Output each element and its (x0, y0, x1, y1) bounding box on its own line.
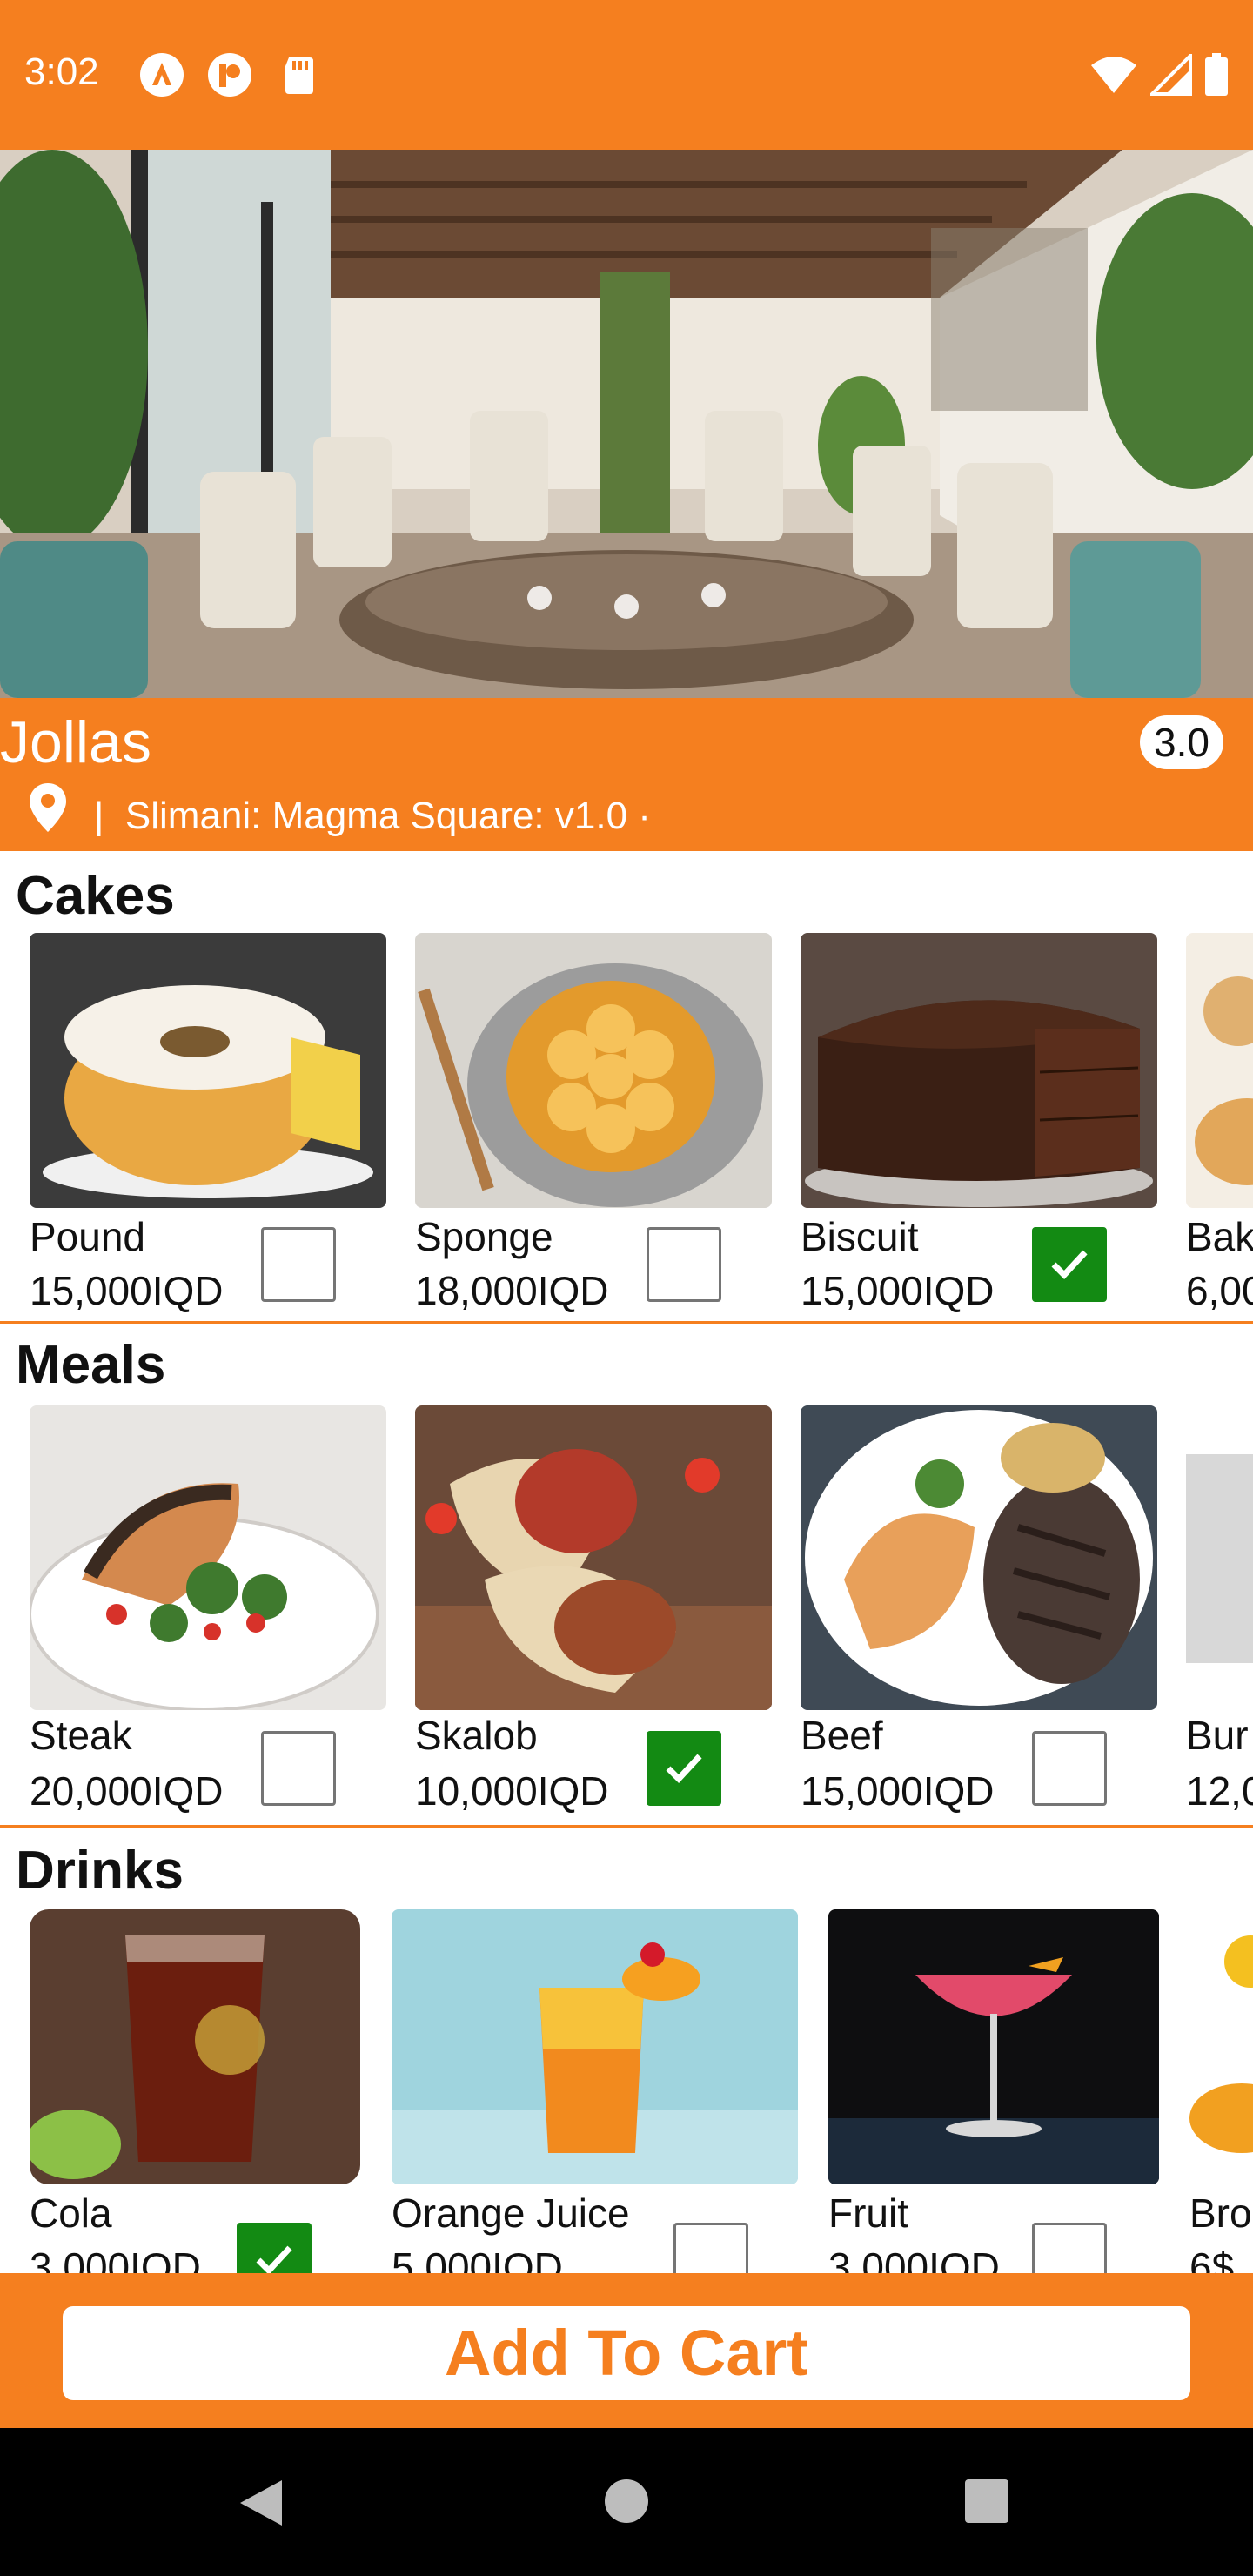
item-image-pound (30, 933, 386, 1208)
item-checkbox[interactable] (647, 1731, 721, 1806)
home-icon[interactable] (604, 2479, 649, 2524)
item-image-bro (1189, 1909, 1253, 2184)
item-image-bak (1186, 933, 1253, 1208)
item-name: Orange Juice (392, 2190, 630, 2236)
menu-item-card[interactable]: Bur 12,0 (1186, 1405, 1253, 1823)
item-name: Bak (1186, 1214, 1253, 1259)
menu-item-card[interactable]: Fruit 3,000IQD (828, 1909, 1159, 2273)
item-name: Steak (30, 1713, 132, 1758)
item-checkbox[interactable] (647, 1227, 721, 1302)
system-nav-bar (0, 2428, 1253, 2576)
item-image-biscuit (801, 933, 1157, 1208)
item-price: 15,000IQD (30, 1268, 224, 1313)
menu-item-card[interactable]: Bak 6,00 (1186, 933, 1253, 1316)
item-checkbox[interactable] (1032, 2223, 1107, 2273)
sd-card-icon (285, 57, 313, 94)
location-separator: | (94, 795, 104, 837)
location-pin-icon (30, 783, 66, 832)
check-icon (666, 1754, 702, 1784)
item-price: 6$ (1189, 2244, 1235, 2273)
item-name: Beef (801, 1713, 883, 1758)
section-drinks: Drinks Cola 3,000IQD Orange Juice 5,000I… (0, 1828, 1253, 2273)
a-icon (140, 53, 184, 97)
item-image-beef (801, 1405, 1157, 1710)
item-image-fruit (828, 1909, 1159, 2184)
menu-item-card[interactable]: Sponge 18,000IQD (415, 933, 772, 1316)
cart-action-bar: Add To Cart (0, 2273, 1253, 2428)
item-checkbox[interactable] (1032, 1731, 1107, 1806)
item-price: 3,000IQD (30, 2244, 201, 2273)
menu-item-card[interactable]: Cola 3,000IQD (30, 1909, 360, 2273)
item-name: Fruit (828, 2190, 908, 2236)
item-image-skalob (415, 1405, 772, 1710)
item-checkbox[interactable] (1032, 1227, 1107, 1302)
menu-item-card[interactable]: Skalob 10,000IQD (415, 1405, 772, 1823)
item-price: 15,000IQD (801, 1268, 995, 1313)
item-checkbox[interactable] (673, 2223, 748, 2273)
item-name: Pound (30, 1214, 146, 1259)
item-checkbox[interactable] (237, 2223, 312, 2273)
item-name: Cola (30, 2190, 112, 2236)
item-image-sponge (415, 933, 772, 1208)
menu-item-card[interactable]: Pound 15,000IQD (30, 933, 386, 1316)
check-icon (1051, 1250, 1088, 1280)
item-checkbox[interactable] (261, 1731, 336, 1806)
item-price: 12,0 (1186, 1768, 1253, 1814)
menu-item-card[interactable]: Beef 15,000IQD (801, 1405, 1157, 1823)
status-time: 3:02 (24, 50, 99, 93)
location-text: Slimani: Magma Square: v1.0 · (124, 795, 651, 837)
restaurant-info-bar: Jollas 3.0 | Slimani: Magma Square: v1.0… (0, 698, 1253, 851)
battery-icon (1205, 53, 1228, 96)
item-image-steak (30, 1405, 386, 1710)
restaurant-location: | Slimani: Magma Square: v1.0 · (94, 792, 651, 841)
item-price: 6,00 (1186, 1268, 1253, 1313)
wifi-icon (1091, 57, 1136, 93)
menu-item-card[interactable]: Biscuit 15,000IQD (801, 933, 1157, 1316)
item-name: Sponge (415, 1214, 553, 1259)
menu-item-card[interactable]: Bro 6$ (1189, 1909, 1253, 2273)
menu-item-card[interactable]: Steak 20,000IQD (30, 1405, 386, 1823)
item-name: Bro (1189, 2190, 1252, 2236)
signal-icon (1150, 54, 1192, 96)
item-price: 20,000IQD (30, 1768, 224, 1814)
section-title: Meals (16, 1335, 166, 1395)
item-checkbox[interactable] (261, 1227, 336, 1302)
section-meals: Meals Steak 20,000IQD Skalob 10,000IQD B… (0, 1324, 1253, 1827)
restaurant-name: Jollas (0, 709, 151, 775)
section-title: Cakes (16, 866, 175, 926)
item-name: Skalob (415, 1713, 538, 1758)
item-price: 15,000IQD (801, 1768, 995, 1814)
item-price: 3,000IQD (828, 2244, 1000, 2273)
item-image-bur (1186, 1405, 1253, 1710)
restaurant-hero-image (0, 150, 1253, 698)
rating-badge: 3.0 (1140, 715, 1223, 769)
p-icon (208, 53, 251, 97)
section-cakes: Cakes Pound 15,000IQD Sponge 18,000IQD B… (0, 851, 1253, 1321)
back-icon[interactable] (237, 2477, 285, 2529)
recents-icon[interactable] (964, 2479, 1009, 2524)
item-name: Biscuit (801, 1214, 919, 1259)
add-to-cart-button[interactable]: Add To Cart (63, 2306, 1190, 2400)
section-title: Drinks (16, 1841, 184, 1901)
menu-item-card[interactable]: Orange Juice 5,000IQD (392, 1909, 798, 2273)
item-image-cola (30, 1909, 360, 2184)
item-image-orange-juice (392, 1909, 798, 2184)
status-bar: 3:02 (0, 0, 1253, 150)
item-price: 10,000IQD (415, 1768, 609, 1814)
item-price: 18,000IQD (415, 1268, 609, 1313)
item-price: 5,000IQD (392, 2244, 563, 2273)
item-name: Bur (1186, 1713, 1249, 1758)
check-icon (256, 2245, 292, 2273)
